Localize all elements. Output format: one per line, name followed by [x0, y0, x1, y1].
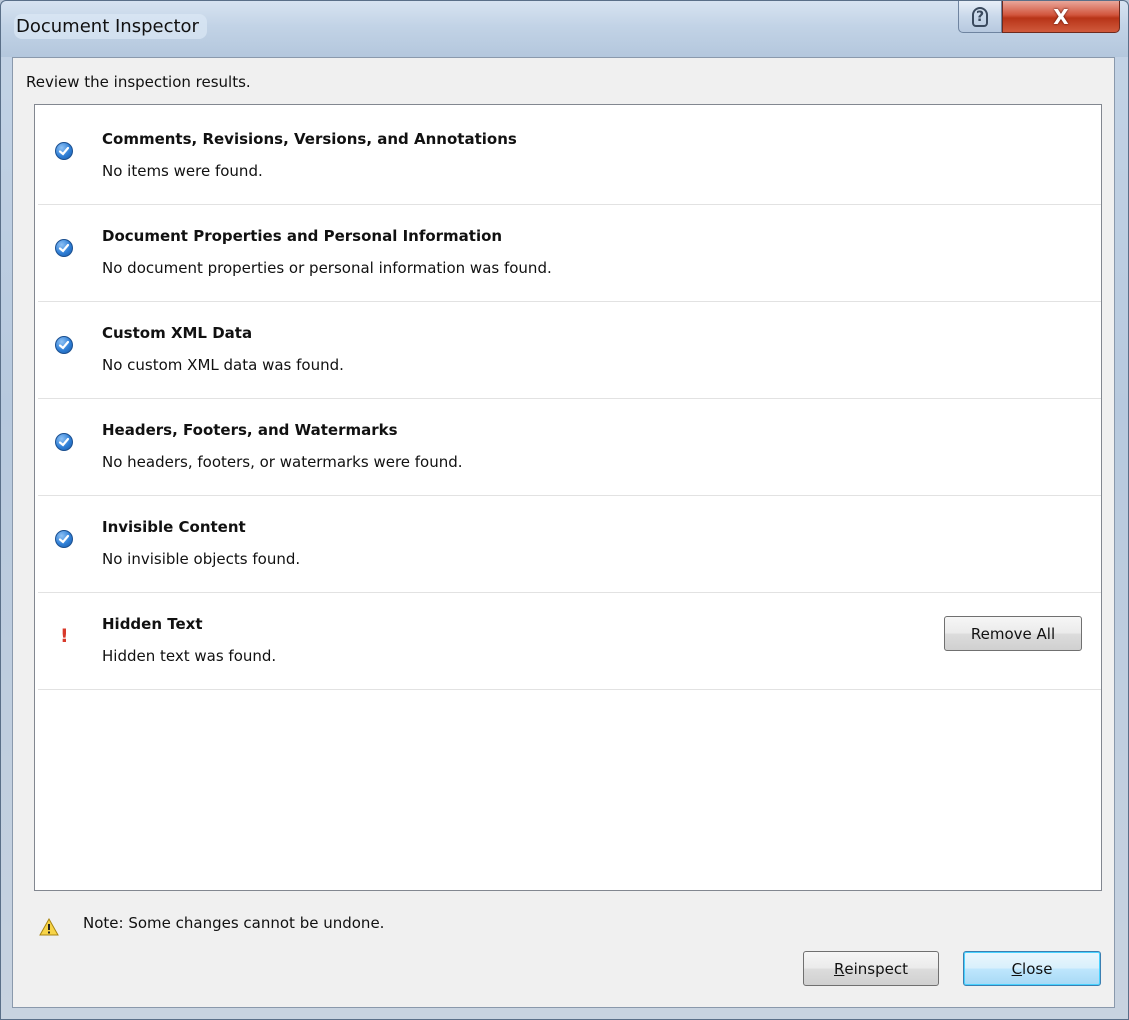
check-icon	[55, 142, 73, 160]
window-title: Document Inspector	[14, 14, 207, 39]
close-label: lose	[1022, 959, 1053, 978]
results-list: Comments, Revisions, Versions, and Annot…	[34, 104, 1102, 891]
close-button[interactable]: Close	[963, 951, 1101, 986]
check-icon	[55, 336, 73, 354]
review-label: Review the inspection results.	[26, 73, 251, 91]
result-title: Comments, Revisions, Versions, and Annot…	[102, 130, 517, 148]
result-title: Hidden Text	[102, 615, 203, 633]
result-row: Document Properties and Personal Informa…	[38, 205, 1101, 302]
result-row: Invisible Content No invisible objects f…	[38, 496, 1101, 593]
reinspect-button[interactable]: Reinspect	[803, 951, 939, 986]
result-description: No document properties or personal infor…	[102, 259, 552, 277]
document-inspector-window: Document Inspector ? X Review the inspec…	[0, 0, 1129, 1020]
result-description: No headers, footers, or watermarks were …	[102, 453, 463, 471]
check-icon	[55, 530, 73, 548]
help-button[interactable]: ?	[958, 1, 1002, 33]
window-close-button[interactable]: X	[1002, 1, 1120, 33]
reinspect-label: einspect	[844, 959, 909, 978]
result-description: No invisible objects found.	[102, 550, 301, 568]
result-row: Headers, Footers, and Watermarks No head…	[38, 399, 1101, 496]
exclamation-icon: !	[60, 625, 69, 647]
note-text: Note: Some changes cannot be undone.	[83, 914, 385, 932]
remove-all-button[interactable]: Remove All	[944, 616, 1082, 651]
result-description: Hidden text was found.	[102, 647, 277, 665]
result-title: Invisible Content	[102, 518, 246, 536]
close-icon: X	[1053, 4, 1069, 29]
check-icon	[55, 433, 73, 451]
result-row: Custom XML Data No custom XML data was f…	[38, 302, 1101, 399]
check-icon	[55, 239, 73, 257]
result-description: No custom XML data was found.	[102, 356, 344, 374]
help-icon: ?	[972, 6, 988, 27]
close-mnemonic: C	[1011, 959, 1023, 978]
warning-icon	[39, 918, 59, 936]
result-title: Document Properties and Personal Informa…	[102, 227, 503, 245]
reinspect-mnemonic: R	[833, 959, 845, 978]
title-bar[interactable]: Document Inspector ? X	[1, 1, 1128, 57]
result-description: No items were found.	[102, 162, 263, 180]
result-row: Comments, Revisions, Versions, and Annot…	[38, 108, 1101, 205]
result-title: Custom XML Data	[102, 324, 253, 342]
result-title: Headers, Footers, and Watermarks	[102, 421, 398, 439]
result-row: ! Hidden Text Hidden text was found. Rem…	[38, 593, 1101, 690]
dialog-body: Review the inspection results. Comments,…	[12, 57, 1115, 1008]
